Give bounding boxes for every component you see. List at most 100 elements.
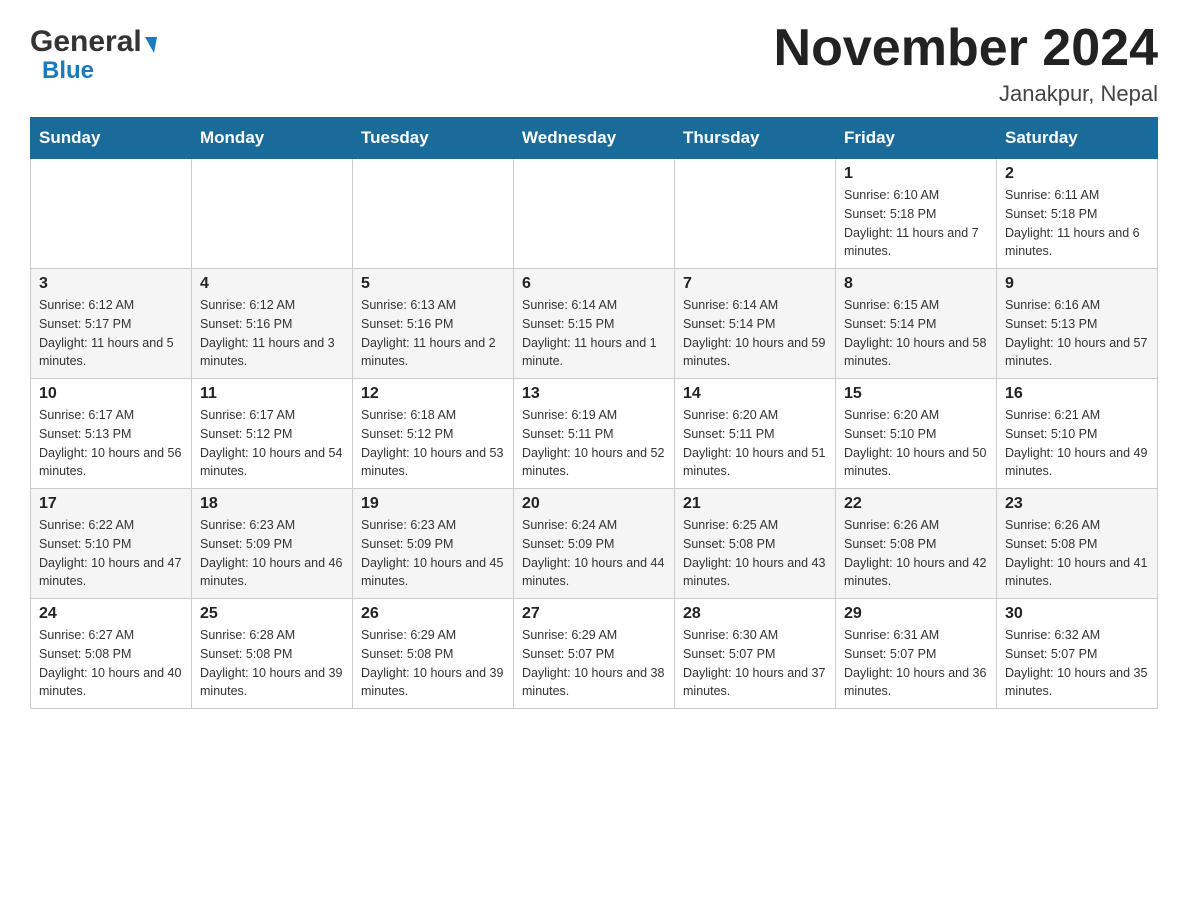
calendar-cell: 5Sunrise: 6:13 AMSunset: 5:16 PMDaylight… [353,269,514,379]
day-number: 24 [39,605,183,623]
day-number: 12 [361,385,505,403]
calendar-cell [514,159,675,269]
calendar-cell: 18 Sunrise: 6:23 AMSunset: 5:09 PMDayligh… [192,489,353,599]
day-info: Sunrise: 6:17 AMSunset: 5:13 PMDaylight:… [39,406,183,481]
calendar-cell: 27 Sunrise: 6:29 AMSunset: 5:07 PMDayligh… [514,599,675,709]
day-number: 29 [844,605,988,623]
day-number: 6 [522,275,666,293]
calendar-cell: 14 Sunrise: 6:20 AMSunset: 5:11 PMDayligh… [675,379,836,489]
logo-blue-text: Blue [42,57,94,85]
calendar-cell: 8 Sunrise: 6:15 AMSunset: 5:14 PMDaylight… [836,269,997,379]
day-number: 8 [844,275,988,293]
weekday-header-monday: Monday [192,118,353,159]
day-info: Sunrise: 6:30 AMSunset: 5:07 PMDaylight:… [683,626,827,701]
calendar-cell: 10 Sunrise: 6:17 AMSunset: 5:13 PMDayligh… [31,379,192,489]
day-number: 14 [683,385,827,403]
day-number: 1 [844,165,988,183]
calendar-cell: 25 Sunrise: 6:28 AMSunset: 5:08 PMDayligh… [192,599,353,709]
calendar-cell: 6 Sunrise: 6:14 AMSunset: 5:15 PMDaylight… [514,269,675,379]
day-number: 4 [200,275,344,293]
logo-general-text: General [30,25,157,59]
weekday-header-thursday: Thursday [675,118,836,159]
calendar-cell [675,159,836,269]
week-row-3: 10 Sunrise: 6:17 AMSunset: 5:13 PMDayligh… [31,379,1158,489]
page-header: General Blue November 2024 Janakpur, Nep… [30,20,1158,107]
day-number: 18 [200,495,344,513]
calendar-cell: 22 Sunrise: 6:26 AMSunset: 5:08 PMDayligh… [836,489,997,599]
day-info: Sunrise: 6:24 AMSunset: 5:09 PMDaylight:… [522,516,666,591]
calendar-cell: 7Sunrise: 6:14 AMSunset: 5:14 PMDaylight… [675,269,836,379]
calendar-cell: 17 Sunrise: 6:22 AMSunset: 5:10 PMDayligh… [31,489,192,599]
week-row-5: 24Sunrise: 6:27 AMSunset: 5:08 PMDayligh… [31,599,1158,709]
title-block: November 2024 Janakpur, Nepal [774,20,1158,107]
calendar-cell: 1 Sunrise: 6:10 AMSunset: 5:18 PMDaylight… [836,159,997,269]
day-info: Sunrise: 6:31 AMSunset: 5:07 PMDaylight:… [844,626,988,701]
weekday-header-tuesday: Tuesday [353,118,514,159]
calendar-cell: 12 Sunrise: 6:18 AMSunset: 5:12 PMDayligh… [353,379,514,489]
day-info: Sunrise: 6:19 AMSunset: 5:11 PMDaylight:… [522,406,666,481]
calendar-cell: 20 Sunrise: 6:24 AMSunset: 5:09 PMDayligh… [514,489,675,599]
day-info: Sunrise: 6:15 AMSunset: 5:14 PMDaylight:… [844,296,988,371]
day-number: 9 [1005,275,1149,293]
day-info: Sunrise: 6:10 AMSunset: 5:18 PMDaylight:… [844,186,988,261]
day-number: 22 [844,495,988,513]
day-number: 3 [39,275,183,293]
calendar-cell: 24Sunrise: 6:27 AMSunset: 5:08 PMDayligh… [31,599,192,709]
calendar-cell: 16 Sunrise: 6:21 AMSunset: 5:10 PMDayligh… [997,379,1158,489]
day-number: 25 [200,605,344,623]
day-number: 17 [39,495,183,513]
logo: General Blue [30,20,157,85]
day-info: Sunrise: 6:18 AMSunset: 5:12 PMDaylight:… [361,406,505,481]
day-number: 28 [683,605,827,623]
day-number: 13 [522,385,666,403]
calendar-cell: 29 Sunrise: 6:31 AMSunset: 5:07 PMDayligh… [836,599,997,709]
weekday-header-sunday: Sunday [31,118,192,159]
weekday-header-friday: Friday [836,118,997,159]
calendar-cell: 4 Sunrise: 6:12 AMSunset: 5:16 PMDaylight… [192,269,353,379]
calendar-cell [192,159,353,269]
calendar-cell: 11Sunrise: 6:17 AMSunset: 5:12 PMDayligh… [192,379,353,489]
week-row-2: 3 Sunrise: 6:12 AMSunset: 5:17 PMDaylight… [31,269,1158,379]
day-info: Sunrise: 6:23 AMSunset: 5:09 PMDaylight:… [200,516,344,591]
calendar-cell: 19 Sunrise: 6:23 AMSunset: 5:09 PMDayligh… [353,489,514,599]
day-info: Sunrise: 6:26 AMSunset: 5:08 PMDaylight:… [844,516,988,591]
day-info: Sunrise: 6:17 AMSunset: 5:12 PMDaylight:… [200,406,344,481]
calendar-cell: 23 Sunrise: 6:26 AMSunset: 5:08 PMDayligh… [997,489,1158,599]
location: Janakpur, Nepal [774,81,1158,107]
calendar-cell [31,159,192,269]
week-row-4: 17 Sunrise: 6:22 AMSunset: 5:10 PMDayligh… [31,489,1158,599]
day-info: Sunrise: 6:12 AMSunset: 5:16 PMDaylight:… [200,296,344,371]
day-info: Sunrise: 6:21 AMSunset: 5:10 PMDaylight:… [1005,406,1149,481]
day-info: Sunrise: 6:20 AMSunset: 5:11 PMDaylight:… [683,406,827,481]
month-title: November 2024 [774,20,1158,77]
day-info: Sunrise: 6:14 AMSunset: 5:14 PMDaylight:… [683,296,827,371]
day-info: Sunrise: 6:26 AMSunset: 5:08 PMDaylight:… [1005,516,1149,591]
day-info: Sunrise: 6:12 AMSunset: 5:17 PMDaylight:… [39,296,183,371]
calendar-cell: 26Sunrise: 6:29 AMSunset: 5:08 PMDayligh… [353,599,514,709]
calendar-cell [353,159,514,269]
calendar-cell: 21 Sunrise: 6:25 AMSunset: 5:08 PMDayligh… [675,489,836,599]
day-info: Sunrise: 6:23 AMSunset: 5:09 PMDaylight:… [361,516,505,591]
day-info: Sunrise: 6:32 AMSunset: 5:07 PMDaylight:… [1005,626,1149,701]
calendar-cell: 13 Sunrise: 6:19 AMSunset: 5:11 PMDayligh… [514,379,675,489]
day-number: 20 [522,495,666,513]
weekday-header-row: SundayMondayTuesdayWednesdayThursdayFrid… [31,118,1158,159]
week-row-1: 1 Sunrise: 6:10 AMSunset: 5:18 PMDaylight… [31,159,1158,269]
day-info: Sunrise: 6:13 AMSunset: 5:16 PMDaylight:… [361,296,505,371]
day-info: Sunrise: 6:22 AMSunset: 5:10 PMDaylight:… [39,516,183,591]
day-info: Sunrise: 6:14 AMSunset: 5:15 PMDaylight:… [522,296,666,371]
day-number: 23 [1005,495,1149,513]
day-number: 15 [844,385,988,403]
day-info: Sunrise: 6:29 AMSunset: 5:07 PMDaylight:… [522,626,666,701]
day-number: 10 [39,385,183,403]
day-number: 2 [1005,165,1149,183]
weekday-header-wednesday: Wednesday [514,118,675,159]
day-info: Sunrise: 6:25 AMSunset: 5:08 PMDaylight:… [683,516,827,591]
calendar-table: SundayMondayTuesdayWednesdayThursdayFrid… [30,117,1158,709]
day-number: 21 [683,495,827,513]
day-number: 27 [522,605,666,623]
day-info: Sunrise: 6:28 AMSunset: 5:08 PMDaylight:… [200,626,344,701]
calendar-cell: 2Sunrise: 6:11 AMSunset: 5:18 PMDaylight… [997,159,1158,269]
day-number: 19 [361,495,505,513]
day-number: 16 [1005,385,1149,403]
